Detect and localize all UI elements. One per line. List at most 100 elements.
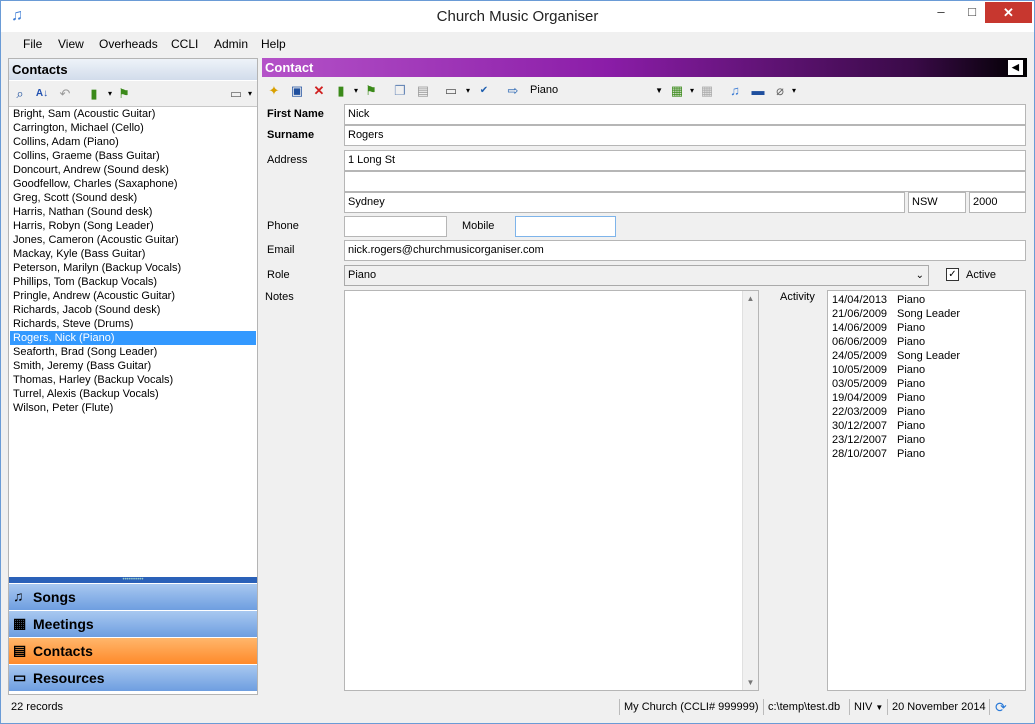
- contact-list-item[interactable]: Richards, Jacob (Sound desk): [10, 303, 256, 317]
- active-checkbox[interactable]: ✓: [946, 268, 959, 281]
- activity-row[interactable]: 14/04/2013 Piano: [828, 293, 1025, 307]
- contact-list-item[interactable]: Collins, Graeme (Bass Guitar): [10, 149, 256, 163]
- activity-date: 21/06/2009: [832, 308, 888, 320]
- first-name-field[interactable]: Nick: [344, 104, 1026, 125]
- menu-file[interactable]: File: [23, 37, 42, 51]
- state-field[interactable]: NSW: [908, 192, 966, 213]
- music-note-icon[interactable]: ♫: [726, 82, 744, 100]
- contact-list-item[interactable]: Wilson, Peter (Flute): [10, 401, 256, 415]
- activity-row[interactable]: 30/12/2007 Piano: [828, 419, 1025, 433]
- menu-admin[interactable]: Admin: [214, 37, 248, 51]
- toolbar-role-select[interactable]: Piano ▼: [526, 82, 666, 99]
- phone-field[interactable]: [344, 216, 447, 237]
- activity-row[interactable]: 21/06/2009 Song Leader: [828, 307, 1025, 321]
- contact-list-item[interactable]: Richards, Steve (Drums): [10, 317, 256, 331]
- postcode-field[interactable]: 2000: [969, 192, 1026, 213]
- print-icon[interactable]: ▭: [442, 82, 460, 100]
- address-line2-field[interactable]: [344, 171, 1026, 192]
- minimize-button[interactable]: –: [925, 1, 957, 23]
- contact-list-item[interactable]: Harris, Robyn (Song Leader): [10, 219, 256, 233]
- email-field[interactable]: nick.rogers@churchmusicorganiser.com: [344, 240, 1026, 261]
- contact-list-item[interactable]: Bright, Sam (Acoustic Guitar): [10, 107, 256, 121]
- menu-view[interactable]: View: [58, 37, 84, 51]
- activity-row[interactable]: 03/05/2009 Piano: [828, 377, 1025, 391]
- activity-row[interactable]: 14/06/2009 Piano: [828, 321, 1025, 335]
- sort-az-icon[interactable]: A↓: [33, 85, 51, 103]
- activity-date: 23/12/2007: [832, 434, 888, 446]
- mobile-field[interactable]: [515, 216, 616, 237]
- contact-list-item[interactable]: Phillips, Tom (Backup Vocals): [10, 275, 256, 289]
- nav-button-songs[interactable]: ♫ Songs: [9, 583, 257, 610]
- notes-textarea[interactable]: ▲ ▼: [344, 290, 759, 691]
- activity-row[interactable]: 19/04/2009 Piano: [828, 391, 1025, 405]
- activity-date: 14/04/2013: [832, 294, 888, 306]
- contact-list-item[interactable]: Turrel, Alexis (Backup Vocals): [10, 387, 256, 401]
- bible-version-select[interactable]: NIV ▼: [854, 698, 883, 716]
- contact-list-item[interactable]: Doncourt, Andrew (Sound desk): [10, 163, 256, 177]
- activity-row[interactable]: 28/10/2007 Piano: [828, 447, 1025, 461]
- contact-list-item[interactable]: Thomas, Harley (Backup Vocals): [10, 373, 256, 387]
- copy-icon[interactable]: ❐: [391, 82, 409, 100]
- activity-role: Piano: [897, 322, 926, 334]
- paste-icon[interactable]: ▤: [414, 82, 432, 100]
- contact-list-item[interactable]: Pringle, Andrew (Acoustic Guitar): [10, 289, 256, 303]
- chevron-down-icon: ▼: [655, 86, 663, 95]
- activity-date: 19/04/2009: [832, 392, 888, 404]
- status-separator: [989, 699, 990, 715]
- activity-row[interactable]: 23/12/2007 Piano: [828, 433, 1025, 447]
- new-icon[interactable]: ✦: [265, 82, 283, 100]
- flag-icon[interactable]: ⚑: [362, 82, 380, 100]
- church-info: My Church (CCLI# 999999): [624, 701, 759, 713]
- nav-button-meetings[interactable]: ▦ Meetings: [9, 610, 257, 637]
- contact-list-item[interactable]: Goodfellow, Charles (Saxaphone): [10, 177, 256, 191]
- contact-list-item[interactable]: Mackay, Kyle (Bass Guitar): [10, 247, 256, 261]
- activity-role: Piano: [897, 378, 926, 390]
- refresh-icon[interactable]: ⟳: [995, 698, 1007, 716]
- status-separator: [763, 699, 764, 715]
- contact-list-item[interactable]: Collins, Adam (Piano): [10, 135, 256, 149]
- contact-list-item[interactable]: Rogers, Nick (Piano): [10, 331, 256, 345]
- save-icon[interactable]: ▣: [288, 82, 306, 100]
- assign-role-icon[interactable]: ⇨: [504, 82, 522, 100]
- filter-icon[interactable]: ⚑: [115, 85, 133, 103]
- activity-role: Piano: [897, 294, 926, 306]
- activity-date: 06/06/2009: [832, 336, 888, 348]
- nav-button-resources[interactable]: ▭ Resources: [9, 664, 257, 691]
- contact-list-item[interactable]: Jones, Cameron (Acoustic Guitar): [10, 233, 256, 247]
- nav-button-contacts[interactable]: ▤ Contacts: [9, 637, 257, 664]
- activity-row[interactable]: 10/05/2009 Piano: [828, 363, 1025, 377]
- activity-role: Song Leader: [897, 308, 960, 320]
- contact-list-item[interactable]: Harris, Nathan (Sound desk): [10, 205, 256, 219]
- role-select[interactable]: Piano ⌄: [344, 265, 929, 286]
- menu-overheads[interactable]: Overheads: [99, 37, 158, 51]
- menu-help[interactable]: Help: [261, 37, 286, 51]
- activity-row[interactable]: 06/06/2009 Piano: [828, 335, 1025, 349]
- app-window: ♫ Church Music Organiser – □ ✕ File View…: [0, 0, 1035, 724]
- contact-list-item[interactable]: Peterson, Marilyn (Backup Vocals): [10, 261, 256, 275]
- address-line1-field[interactable]: 1 Long St: [344, 150, 1026, 171]
- menu-ccli[interactable]: CCLI: [171, 37, 198, 51]
- monitor-icon: ▭: [13, 669, 27, 685]
- contact-list-item[interactable]: Seaforth, Brad (Song Leader): [10, 345, 256, 359]
- attachment-dropdown-icon[interactable]: ▾: [785, 82, 803, 100]
- find-icon[interactable]: ⌕: [11, 85, 29, 103]
- activity-row[interactable]: 24/05/2009 Song Leader: [828, 349, 1025, 363]
- close-button[interactable]: ✕: [985, 2, 1032, 23]
- monitor-icon[interactable]: ▬: [749, 82, 767, 100]
- chevron-down-icon: ▼: [875, 703, 884, 712]
- current-date: 20 November 2014: [892, 701, 986, 713]
- remove-icon[interactable]: ▦: [698, 82, 716, 100]
- spell-check-icon[interactable]: ✔: [475, 82, 493, 100]
- collapse-arrow-icon[interactable]: ◀: [1008, 60, 1023, 75]
- contact-list-item[interactable]: Smith, Jeremy (Bass Guitar): [10, 359, 256, 373]
- contact-list-item[interactable]: Greg, Scott (Sound desk): [10, 191, 256, 205]
- surname-field[interactable]: Rogers: [344, 125, 1026, 146]
- options-dropdown-icon[interactable]: ▾: [241, 85, 259, 103]
- contact-list-item[interactable]: Carrington, Michael (Cello): [10, 121, 256, 135]
- delete-icon[interactable]: ✕: [310, 82, 328, 100]
- undo-icon[interactable]: ↶: [56, 85, 74, 103]
- notes-scrollbar[interactable]: ▲ ▼: [742, 291, 758, 690]
- city-field[interactable]: Sydney: [344, 192, 905, 213]
- maximize-button[interactable]: □: [957, 1, 987, 23]
- activity-row[interactable]: 22/03/2009 Piano: [828, 405, 1025, 419]
